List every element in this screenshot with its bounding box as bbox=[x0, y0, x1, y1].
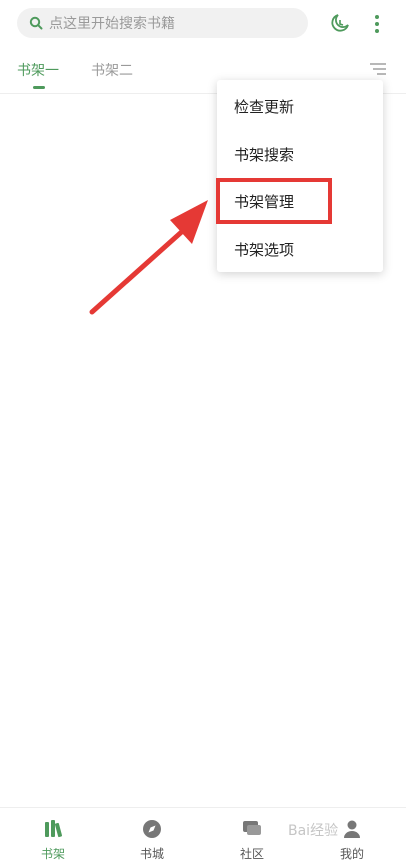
chat-icon bbox=[243, 821, 261, 835]
sort-icon[interactable] bbox=[369, 62, 387, 76]
tab-shelf-two[interactable]: 书架二 bbox=[91, 60, 133, 80]
menu-item-shelf-options[interactable]: 书架选项 bbox=[234, 239, 294, 260]
person-icon bbox=[344, 820, 360, 838]
nav-label: 书城 bbox=[139, 847, 164, 861]
top-bar: 点这里开始搜索书籍 bbox=[0, 0, 406, 46]
tab-shelf-one[interactable]: 书架一 bbox=[17, 60, 59, 80]
bottom-nav: 书架 书城 社区 我的 bbox=[0, 807, 406, 868]
nav-item-bookshelf[interactable]: 书架 bbox=[13, 808, 93, 868]
night-mode-icon[interactable] bbox=[329, 12, 351, 34]
search-placeholder: 点这里开始搜索书籍 bbox=[49, 16, 175, 32]
watermark: Bai经验 bbox=[288, 823, 339, 839]
bookshelf-icon bbox=[45, 820, 63, 838]
nav-item-community[interactable]: 社区 bbox=[212, 808, 292, 868]
search-bar[interactable]: 点这里开始搜索书籍 bbox=[17, 8, 308, 38]
compass-icon bbox=[143, 820, 161, 838]
menu-item-check-update[interactable]: 检查更新 bbox=[234, 96, 294, 117]
nav-label: 社区 bbox=[239, 847, 264, 861]
search-icon bbox=[29, 16, 43, 30]
nav-item-bookstore[interactable]: 书城 bbox=[112, 808, 192, 868]
more-vertical-icon[interactable] bbox=[370, 13, 384, 35]
tab-indicator bbox=[33, 86, 45, 89]
overflow-menu: 检查更新 书架搜索 书架管理 书架选项 bbox=[217, 80, 383, 272]
menu-item-shelf-search[interactable]: 书架搜索 bbox=[234, 144, 294, 165]
nav-label: 书架 bbox=[40, 847, 65, 861]
nav-label: 我的 bbox=[339, 847, 364, 861]
annotation-highlight-box bbox=[216, 178, 332, 224]
